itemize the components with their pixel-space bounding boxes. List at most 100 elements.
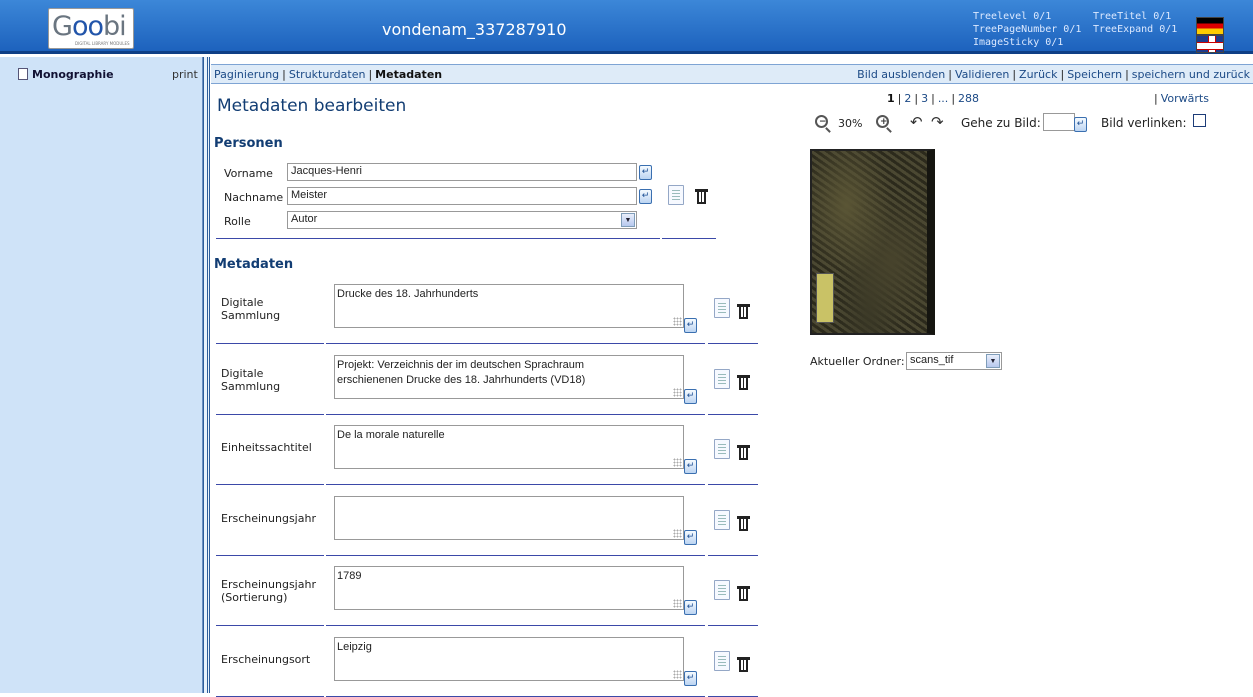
copy-icon[interactable] bbox=[714, 439, 730, 459]
chevron-down-icon: ▼ bbox=[986, 354, 1000, 368]
metadata-value-field[interactable]: Projekt: Verzeichnis der im deutschen Sp… bbox=[334, 355, 684, 399]
language-switch bbox=[1196, 17, 1253, 53]
page-link-last[interactable]: 288 bbox=[958, 92, 979, 105]
rotate-left-icon[interactable]: ↶ bbox=[910, 113, 923, 131]
nav-tabs: Paginierung | Strukturdaten | Metadaten bbox=[214, 68, 443, 81]
divider bbox=[326, 625, 705, 626]
save-and-back-link[interactable]: speichern und zurück bbox=[1132, 68, 1250, 81]
nachname-field[interactable]: Meister bbox=[287, 187, 637, 205]
resize-grip-icon[interactable] bbox=[673, 317, 682, 326]
trash-icon[interactable] bbox=[737, 374, 750, 391]
divider bbox=[326, 484, 705, 485]
tab-strukturdaten[interactable]: Strukturdaten bbox=[289, 68, 366, 81]
metadata-label: Digitale Sammlung bbox=[221, 367, 281, 393]
enter-icon[interactable]: ↵ bbox=[639, 189, 652, 204]
resize-grip-icon[interactable] bbox=[673, 599, 682, 608]
treetitel-info: TreeTitel 0/1 bbox=[1093, 11, 1172, 22]
resize-grip-icon[interactable] bbox=[673, 458, 682, 467]
trash-icon[interactable] bbox=[737, 585, 750, 602]
goto-image-input[interactable] bbox=[1043, 113, 1075, 131]
treelevel-info: Treelevel 0/1 bbox=[973, 11, 1052, 22]
copy-icon[interactable] bbox=[714, 580, 730, 600]
zoom-in-icon[interactable]: + bbox=[876, 115, 889, 128]
panel-splitter[interactable] bbox=[203, 57, 210, 693]
trash-icon[interactable] bbox=[695, 188, 708, 205]
nav-actions: Bild ausblenden | Validieren | Zurück | Speich… bbox=[857, 68, 1250, 81]
goto-image-label: Gehe zu Bild: bbox=[961, 116, 1041, 130]
metadata-value-field[interactable]: Leipzig bbox=[334, 637, 684, 681]
english-flag-icon[interactable] bbox=[1196, 35, 1224, 53]
resize-grip-icon[interactable] bbox=[673, 388, 682, 397]
structure-tree-panel bbox=[0, 57, 203, 693]
german-flag-icon[interactable] bbox=[1196, 17, 1224, 35]
zoom-out-icon[interactable]: − bbox=[815, 115, 828, 128]
page-image-thumbnail[interactable] bbox=[810, 149, 935, 335]
rotate-right-icon[interactable]: ↷ bbox=[931, 113, 944, 131]
copy-icon[interactable] bbox=[714, 298, 730, 318]
vorname-field[interactable]: Jacques-Henri bbox=[287, 163, 637, 181]
enter-icon[interactable]: ↵ bbox=[684, 459, 697, 474]
metadata-label: Digitale Sammlung bbox=[221, 296, 281, 322]
chevron-down-icon: ▼ bbox=[621, 213, 635, 227]
copy-icon[interactable] bbox=[714, 369, 730, 389]
trash-icon[interactable] bbox=[737, 303, 750, 320]
back-link[interactable]: Zurück bbox=[1019, 68, 1057, 81]
metadata-value-text: Projekt: Verzeichnis der im deutschen Sp… bbox=[337, 359, 586, 386]
header-bar: Goobi DIGITAL LIBRARY MODULES vondenam_3… bbox=[0, 0, 1253, 54]
link-image-checkbox[interactable] bbox=[1193, 114, 1206, 127]
divider bbox=[326, 414, 705, 415]
enter-icon[interactable]: ↵ bbox=[684, 318, 697, 333]
page-pagination: 1 | 2 | 3 |... | 288 bbox=[887, 92, 980, 105]
enter-icon[interactable]: ↵ bbox=[1074, 117, 1087, 132]
copy-icon[interactable] bbox=[714, 510, 730, 530]
metadata-value-field[interactable]: Drucke des 18. Jahrhunderts bbox=[334, 284, 684, 328]
enter-icon[interactable]: ↵ bbox=[684, 530, 697, 545]
logo-subtext: DIGITAL LIBRARY MODULES bbox=[75, 41, 130, 46]
trash-icon[interactable] bbox=[737, 515, 750, 532]
page-link[interactable]: 2 bbox=[904, 92, 911, 105]
metadata-label: Erscheinungsjahr (Sortierung) bbox=[221, 578, 316, 604]
divider bbox=[216, 484, 324, 485]
metadata-value-text: Drucke des 18. Jahrhunderts bbox=[337, 288, 479, 300]
enter-icon[interactable]: ↵ bbox=[684, 389, 697, 404]
tree-item-monographie[interactable]: Monographie bbox=[18, 68, 114, 81]
trash-icon[interactable] bbox=[737, 656, 750, 673]
resize-grip-icon[interactable] bbox=[673, 529, 682, 538]
rolle-label: Rolle bbox=[224, 215, 251, 228]
resize-grip-icon[interactable] bbox=[673, 670, 682, 679]
copy-icon[interactable] bbox=[714, 651, 730, 671]
metadata-value-field[interactable]: 1789 bbox=[334, 566, 684, 610]
document-icon bbox=[18, 68, 28, 80]
save-link[interactable]: Speichern bbox=[1067, 68, 1122, 81]
copy-icon[interactable] bbox=[668, 185, 684, 205]
enter-icon[interactable]: ↵ bbox=[684, 671, 697, 686]
enter-icon[interactable]: ↵ bbox=[684, 600, 697, 615]
nav-bar: Paginierung | Strukturdaten | Metadaten Bild… bbox=[211, 64, 1253, 84]
persons-heading: Personen bbox=[214, 136, 283, 151]
goobi-logo[interactable]: Goobi DIGITAL LIBRARY MODULES bbox=[48, 8, 134, 49]
metadata-heading: Metadaten bbox=[214, 257, 294, 272]
metadata-value-field[interactable]: De la morale naturelle bbox=[334, 425, 684, 469]
link-image-label: Bild verlinken: bbox=[1101, 116, 1187, 130]
divider bbox=[216, 555, 324, 556]
folder-select[interactable]: scans_tif ▼ bbox=[906, 352, 1002, 370]
print-link[interactable]: print bbox=[172, 68, 198, 81]
folder-value: scans_tif bbox=[910, 354, 954, 366]
tab-metadaten[interactable]: Metadaten bbox=[375, 68, 442, 81]
divider bbox=[708, 343, 758, 344]
rolle-select[interactable]: Autor ▼ bbox=[287, 211, 637, 229]
page-link[interactable]: 3 bbox=[921, 92, 928, 105]
forward-link[interactable]: | Vorwärts bbox=[1151, 92, 1209, 105]
divider bbox=[326, 555, 705, 556]
validate-link[interactable]: Validieren bbox=[955, 68, 1009, 81]
forward-label: Vorwärts bbox=[1160, 92, 1209, 105]
metadata-label: Erscheinungsort bbox=[221, 653, 311, 666]
page-link-current[interactable]: 1 bbox=[887, 92, 895, 105]
trash-icon[interactable] bbox=[737, 444, 750, 461]
hide-image-link[interactable]: Bild ausblenden bbox=[857, 68, 945, 81]
metadata-value-field[interactable] bbox=[334, 496, 684, 540]
tab-paginierung[interactable]: Paginierung bbox=[214, 68, 279, 81]
treeexpand-info: TreeExpand 0/1 bbox=[1093, 24, 1178, 35]
enter-icon[interactable]: ↵ bbox=[639, 165, 652, 180]
divider bbox=[708, 625, 758, 626]
